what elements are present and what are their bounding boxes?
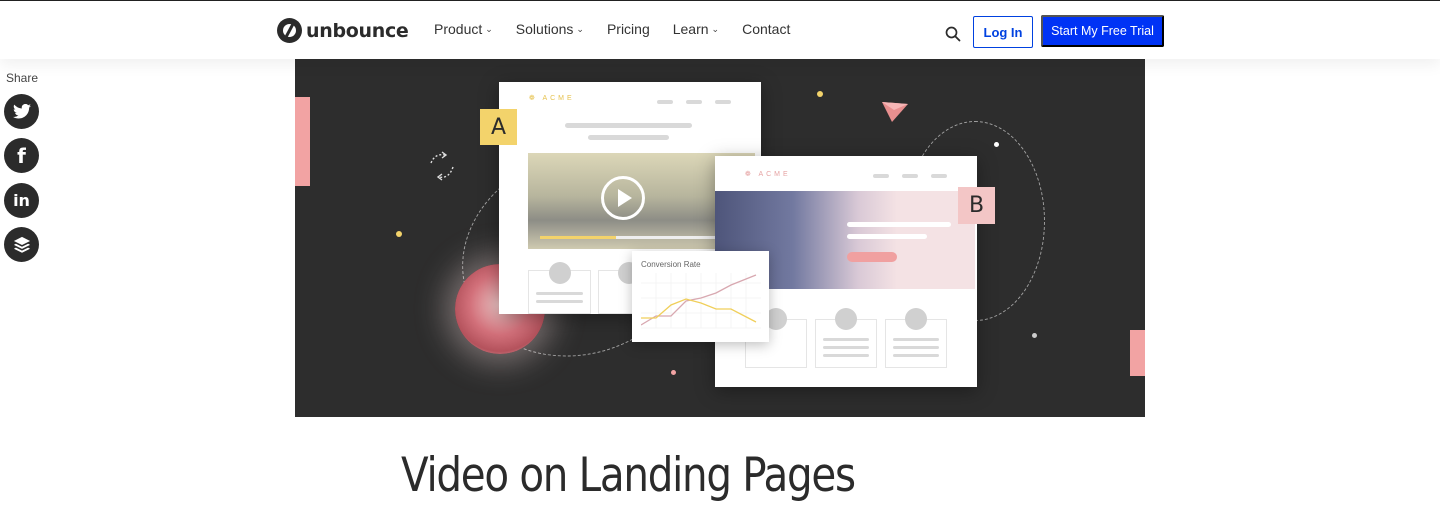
decorative-dot <box>1032 333 1037 338</box>
chevron-down-icon: ⌄ <box>485 23 493 34</box>
nav-label: Learn <box>672 21 709 37</box>
acme-brand: ACME <box>542 95 575 102</box>
search-icon[interactable] <box>945 26 961 42</box>
article-title: Video on Landing Pages <box>401 448 856 503</box>
nav-label: Solutions <box>515 21 574 37</box>
site-header: unbounce Product ⌄ Solutions ⌄ Pricing L… <box>0 1 1440 59</box>
mock-avatar <box>549 262 571 284</box>
decorative-dot <box>817 91 823 97</box>
nav-item-contact[interactable]: Contact <box>742 21 790 37</box>
paper-plane-icon <box>882 102 908 122</box>
mock-headline <box>565 123 692 128</box>
acme-logo-icon: ❁ <box>529 95 538 102</box>
conversion-rate-chart-card: Conversion Rate <box>632 251 769 342</box>
mock-avatar <box>905 308 927 330</box>
brand-name: unbounce <box>306 19 409 42</box>
share-linkedin-button[interactable]: in <box>4 183 39 218</box>
linkedin-icon: in <box>13 191 30 210</box>
main-nav: Product ⌄ Solutions ⌄ Pricing Learn ⌄ Co… <box>434 21 813 37</box>
acme-brand: ACME <box>758 171 791 178</box>
mock-text-line <box>536 292 583 295</box>
mock-text-line <box>893 354 939 357</box>
play-button-icon <box>601 176 645 220</box>
decorative-dot <box>994 142 999 147</box>
unbounce-logo-icon <box>277 18 302 43</box>
mock-nav-bar <box>931 174 947 178</box>
article-title-continuation <box>401 516 941 525</box>
decorative-dot <box>671 370 676 375</box>
share-facebook-button[interactable]: f <box>4 138 39 173</box>
nav-label: Pricing <box>606 21 650 37</box>
series-a-line <box>641 298 757 323</box>
acme-logo: ❁ ACME <box>529 94 575 102</box>
mock-text-line <box>823 338 869 341</box>
mock-nav-bar <box>686 100 702 104</box>
nav-item-product[interactable]: Product ⌄ <box>434 21 493 37</box>
decorative-bar <box>1130 330 1145 376</box>
mock-nav-bar <box>657 100 673 104</box>
video-progress-fill <box>540 236 616 239</box>
facebook-icon: f <box>17 143 26 168</box>
series-b-line <box>641 274 757 326</box>
chart-title: Conversion Rate <box>641 260 701 269</box>
video-progress-track <box>540 236 740 239</box>
nav-label: Contact <box>742 21 791 37</box>
mock-text-line <box>893 338 939 341</box>
share-label: Share <box>6 71 39 85</box>
acme-logo-icon: ❁ <box>745 171 754 178</box>
mock-text-line <box>823 346 869 349</box>
variant-b-label: B <box>958 187 995 224</box>
mock-nav-bar <box>902 174 918 178</box>
nav-item-pricing[interactable]: Pricing <box>607 21 650 37</box>
mock-nav-bar <box>873 174 889 178</box>
nav-item-solutions[interactable]: Solutions ⌄ <box>516 21 584 37</box>
decorative-bar <box>295 97 310 186</box>
twitter-icon <box>12 104 31 119</box>
mock-subheadline <box>588 135 669 140</box>
acme-logo: ❁ ACME <box>745 170 791 178</box>
buffer-icon <box>13 236 30 253</box>
nav-item-learn[interactable]: Learn ⌄ <box>673 21 719 37</box>
chevron-down-icon: ⌄ <box>576 23 584 34</box>
chevron-down-icon: ⌄ <box>711 23 720 34</box>
mock-text-line <box>893 346 939 349</box>
mock-nav-bar <box>715 100 731 104</box>
share-twitter-button[interactable] <box>4 94 39 129</box>
mock-avatar <box>835 308 857 330</box>
mock-subheadline <box>847 234 927 239</box>
start-free-trial-button[interactable]: Start My Free Trial <box>1041 15 1164 47</box>
decorative-dot <box>396 231 402 237</box>
mock-text-line <box>823 354 869 357</box>
variant-a-label: A <box>480 109 517 145</box>
share-buffer-button[interactable] <box>4 227 39 262</box>
conversion-rate-chart <box>641 273 761 329</box>
sync-arrows-icon <box>430 151 454 181</box>
mock-cta-button <box>847 252 897 262</box>
brand-logo[interactable]: unbounce <box>277 18 409 43</box>
hero-image: ❁ ACME A ❁ ACME B Conversion Rate <box>295 59 1145 417</box>
mock-headline <box>847 222 951 227</box>
nav-label: Product <box>434 21 483 37</box>
login-button[interactable]: Log In <box>973 16 1033 48</box>
mock-text-line <box>536 300 583 303</box>
